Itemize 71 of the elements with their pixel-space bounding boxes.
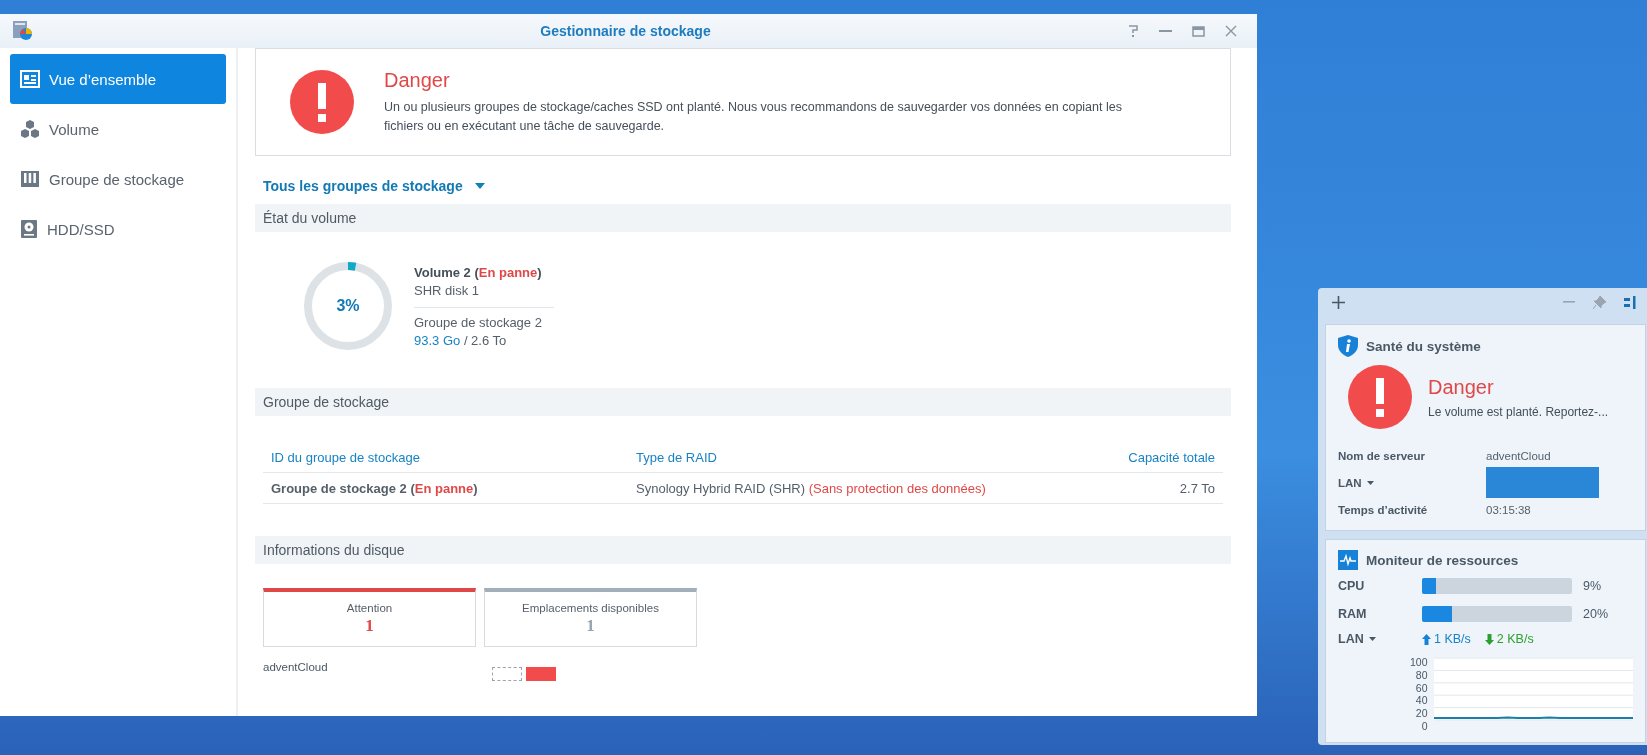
axis-tick-label: 60 bbox=[1414, 681, 1428, 694]
sidebar-item[interactable]: Groupe de stockage bbox=[10, 154, 226, 204]
meter-label: RAM bbox=[1338, 607, 1368, 621]
exclamation-icon bbox=[290, 70, 354, 134]
meter-reading: 20% bbox=[1583, 607, 1609, 621]
volume-name: Volume 2 (En panne) bbox=[414, 264, 543, 280]
caret-icon bbox=[1368, 637, 1376, 641]
lan-dropdown[interactable]: LAN bbox=[1338, 476, 1486, 489]
section-header: Informations du disque bbox=[255, 536, 1231, 564]
exclamation-icon bbox=[1348, 365, 1412, 429]
widget-title: Santé du système bbox=[1366, 338, 1481, 354]
pin-icon[interactable] bbox=[1593, 295, 1606, 309]
minimize-icon[interactable] bbox=[1159, 29, 1172, 33]
id-card-icon bbox=[20, 70, 40, 88]
info-value: 03:15:38 bbox=[1486, 503, 1531, 516]
health-message: Le volume est planté. Reportez-... bbox=[1428, 404, 1609, 419]
section-header: Groupe de stockage bbox=[255, 388, 1231, 416]
column-header[interactable]: Capacité totale bbox=[1055, 449, 1215, 465]
alert-message: Un ou plusieurs groupes de stockage/caches SSD ont planté. Nous vous recommandons de sauvegarder vos données en copiant les fichiers ou en exécutant une tâche de sauvegarde. bbox=[384, 98, 1123, 135]
server-name: adventCloud bbox=[263, 661, 329, 675]
help-icon[interactable] bbox=[1127, 24, 1139, 38]
health-status: Danger bbox=[1428, 375, 1495, 399]
alert-title: Danger bbox=[384, 68, 451, 92]
table-cell-text: Synology Hybrid RAID (SHR) (Sans protection des données) bbox=[636, 480, 987, 496]
lan-dropdown[interactable]: LAN bbox=[1338, 632, 1408, 646]
caret-icon bbox=[474, 183, 485, 189]
info-label: Nom de serveur bbox=[1338, 449, 1426, 462]
volume-pool: Groupe de stockage 2 bbox=[414, 314, 543, 330]
window-title: Gestionnaire de stockage bbox=[539, 23, 712, 39]
axis-tick-label: 20 bbox=[1414, 707, 1428, 720]
up-arrow-icon bbox=[1422, 633, 1431, 645]
add-icon[interactable] bbox=[1332, 295, 1345, 309]
meter-reading: 9% bbox=[1583, 579, 1602, 593]
down-arrow-icon bbox=[1484, 633, 1494, 645]
info-shield-icon bbox=[1338, 335, 1358, 357]
axis-tick-label: 0 bbox=[1420, 720, 1428, 732]
table-cell-text: 2.7 To bbox=[1178, 480, 1215, 496]
column-header[interactable]: ID du groupe de stockage bbox=[271, 449, 636, 465]
axis-tick-label: 100 bbox=[1410, 656, 1428, 668]
upload-speed: 1 KB/s bbox=[1434, 632, 1471, 646]
card-label: Attention bbox=[346, 602, 393, 614]
section-header: État du volume bbox=[255, 204, 1231, 232]
pool-filter-dropdown[interactable]: Tous les groupes de stockage bbox=[263, 178, 485, 194]
pulse-icon bbox=[1338, 550, 1358, 570]
volume-description: SHR disk 1 bbox=[414, 282, 481, 298]
storage-manager-icon bbox=[12, 20, 34, 42]
widget-title: Moniteur de ressources bbox=[1366, 552, 1519, 568]
axis-tick-label: 80 bbox=[1414, 668, 1428, 681]
used-capacity: 93.3 Go bbox=[414, 332, 461, 348]
usage-percent: 3% bbox=[336, 297, 360, 315]
info-value: adventCloud bbox=[1486, 449, 1551, 462]
caret-icon bbox=[1366, 480, 1374, 485]
sidebar-item[interactable]: Volume bbox=[10, 104, 226, 154]
drive-bay-icon bbox=[20, 170, 40, 188]
sidebar-item[interactable]: HDD/SSD bbox=[10, 204, 226, 254]
meter-label: CPU bbox=[1338, 579, 1366, 593]
maximize-icon[interactable] bbox=[1192, 25, 1205, 37]
card-count: 1 bbox=[365, 616, 374, 636]
column-header[interactable]: Type de RAID bbox=[636, 449, 1055, 465]
empty-disk-slot[interactable] bbox=[492, 667, 522, 681]
card-count: 1 bbox=[586, 616, 595, 636]
axis-tick-label: 40 bbox=[1414, 694, 1428, 707]
total-capacity: / 2.6 To bbox=[463, 332, 507, 348]
sidebar-item[interactable]: Vue d’ensemble bbox=[10, 54, 226, 104]
info-label: Temps d’activité bbox=[1338, 503, 1429, 516]
card-label: Emplacements disponibles bbox=[522, 602, 659, 614]
cubes-icon bbox=[20, 119, 40, 139]
table-cell-text: Groupe de stockage 2 (En panne) bbox=[271, 480, 479, 496]
panel-toggle-icon[interactable] bbox=[1624, 295, 1636, 309]
download-speed: 2 KB/s bbox=[1496, 632, 1534, 646]
close-icon[interactable] bbox=[1225, 25, 1237, 37]
